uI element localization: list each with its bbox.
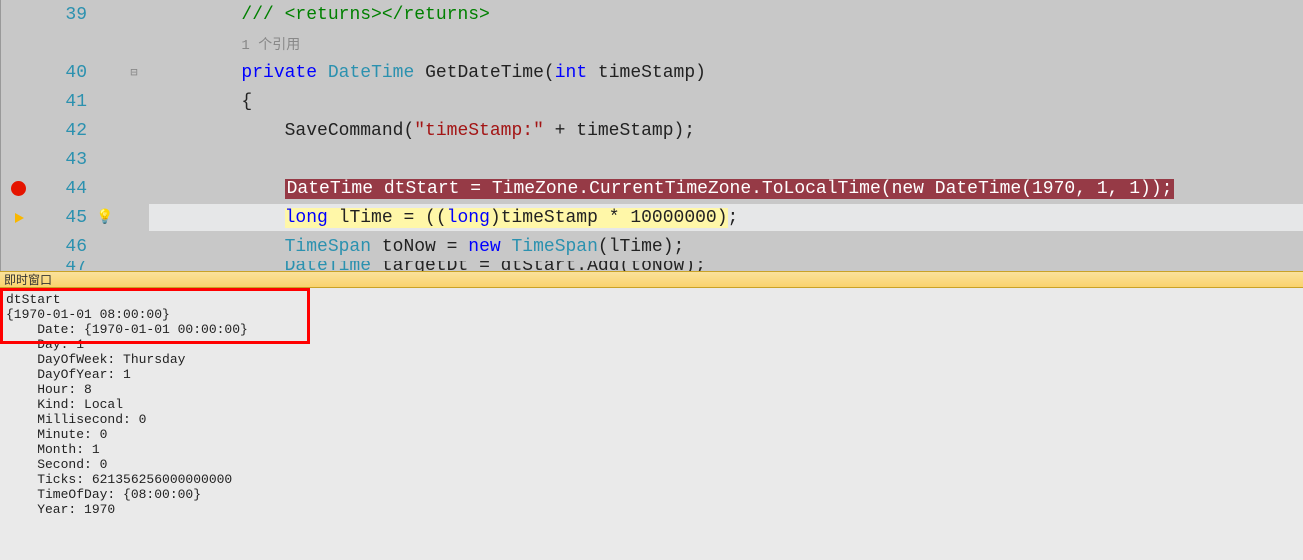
token-plain <box>501 237 512 257</box>
code-line[interactable]: SaveCommand("timeStamp:" + timeStamp); <box>149 116 1303 145</box>
token-plain: SaveCommand( <box>285 121 415 141</box>
token-str: "timeStamp:" <box>414 121 544 141</box>
breakpoint-margin[interactable] <box>1 181 36 196</box>
token-kw: long <box>285 208 328 228</box>
token-type: TimeSpan <box>511 237 597 257</box>
token-plain <box>924 179 935 199</box>
code-line[interactable]: { <box>149 87 1303 116</box>
token-plain: targetDt = dtStart.Add(toNow); <box>371 261 706 271</box>
code-line[interactable] <box>149 145 1303 174</box>
token-plain: ; <box>728 208 739 228</box>
line-number: 47 <box>36 261 91 271</box>
token-kw: int <box>555 63 587 83</box>
token-kw: new <box>468 237 500 257</box>
current-statement-highlight: long lTime = ((long)timeStamp * 10000000… <box>285 208 728 228</box>
token-plain: lTime = (( <box>328 208 447 228</box>
line-number: 40 <box>36 63 91 83</box>
token-plain: { <box>241 92 252 112</box>
token-plain: (1970, 1, 1)); <box>1021 179 1172 199</box>
code-line[interactable]: DateTime targetDt = dtStart.Add(toNow); <box>149 261 1303 271</box>
token-plain: timeStamp) <box>587 63 706 83</box>
line-number: 45 <box>36 208 91 228</box>
execution-pointer-margin[interactable] <box>1 213 36 223</box>
code-editor[interactable]: 39 40 ⊟ 41 42 43 44 45💡46 47 /// <returns></retu… <box>0 0 1303 271</box>
code-line[interactable]: /// <returns></returns> <box>149 0 1303 29</box>
token-plain: + timeStamp); <box>544 121 695 141</box>
line-number: 42 <box>36 121 91 141</box>
line-number: 44 <box>36 179 91 199</box>
token-plain: .CurrentTimeZone.ToLocalTime( <box>578 179 891 199</box>
token-type: TimeSpan <box>285 237 371 257</box>
code-line[interactable]: private DateTime GetDateTime(int timeSta… <box>149 58 1303 87</box>
token-plain <box>317 63 328 83</box>
line-number: 39 <box>36 5 91 25</box>
code-line[interactable]: 1 个引用 <box>149 29 1303 58</box>
lightbulb-icon[interactable]: 💡 <box>91 209 119 226</box>
token-plain: (lTime); <box>598 237 684 257</box>
token-type: DateTime <box>328 63 414 83</box>
fold-toggle-icon[interactable]: ⊟ <box>119 65 149 80</box>
token-plain: GetDateTime( <box>414 63 554 83</box>
token-cmt: /// <returns></returns> <box>241 5 489 25</box>
token-type: DateTime <box>935 179 1021 199</box>
token-plain: )timeStamp * 10000000) <box>490 208 728 228</box>
immediate-window-header[interactable]: 即时窗口 <box>0 271 1303 288</box>
code-line[interactable]: DateTime dtStart = TimeZone.CurrentTimeZ… <box>149 174 1303 203</box>
token-type: DateTime <box>287 179 373 199</box>
token-plain: dtStart = <box>373 179 492 199</box>
editor-left-gutter: 39 40 ⊟ 41 42 43 44 45💡46 47 <box>1 0 149 271</box>
codelens-references[interactable]: 1 个引用 <box>241 34 300 54</box>
breakpoint-icon[interactable] <box>11 181 26 196</box>
line-number: 41 <box>36 92 91 112</box>
immediate-window[interactable]: dtStart {1970-01-01 08:00:00} Date: {197… <box>0 288 1303 560</box>
immediate-window-content[interactable]: dtStart {1970-01-01 08:00:00} Date: {197… <box>0 288 1303 521</box>
current-statement-arrow-icon <box>15 213 24 223</box>
code-line[interactable]: TimeSpan toNow = new TimeSpan(lTime); <box>149 232 1303 261</box>
code-line[interactable]: long lTime = ((long)timeStamp * 10000000… <box>149 203 1303 232</box>
line-number: 46 <box>36 237 91 257</box>
token-kw: private <box>241 63 317 83</box>
token-kw: long <box>447 208 490 228</box>
token-kw: new <box>892 179 924 199</box>
token-type: DateTime <box>285 261 371 271</box>
immediate-window-title: 即时窗口 <box>4 271 52 288</box>
editor-code-column[interactable]: /// <returns></returns> 1 个引用 private Da… <box>149 0 1303 271</box>
token-type: TimeZone <box>492 179 578 199</box>
line-number: 43 <box>36 150 91 170</box>
breakpoint-highlight: DateTime dtStart = TimeZone.CurrentTimeZ… <box>285 179 1175 199</box>
token-plain: toNow = <box>371 237 468 257</box>
